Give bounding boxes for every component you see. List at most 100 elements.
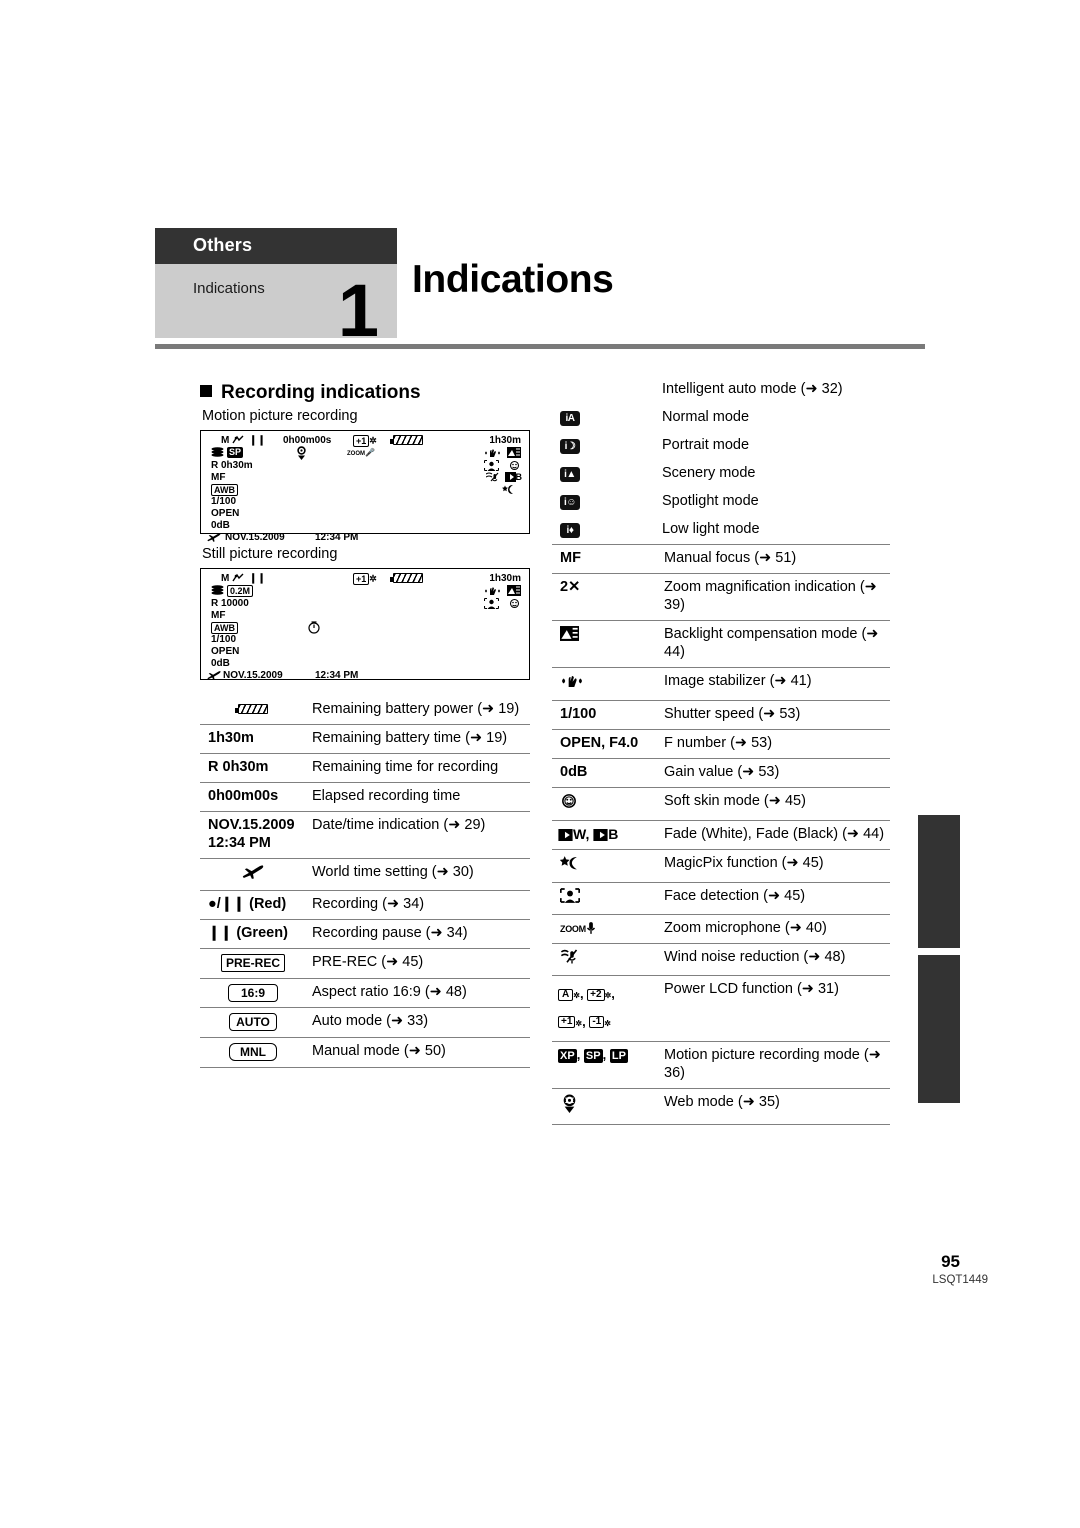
row-symbol: 0dB [552,757,660,788]
zoom-microphone-icon: ZOOM [552,914,660,944]
lcd-backlight-icon [507,447,521,461]
table-row: XP, SP, LP Motion picture recording mode… [552,1041,890,1089]
still-lcd-power-lcd-level: +1 [353,573,370,585]
table-row: 2✕ Zoom magnification indication (➜ 39) [552,572,890,621]
lcd-f-number: OPEN [211,508,240,519]
face-detection-icon [552,882,660,915]
row-description: Image stabilizer (➜ 41) [660,666,890,701]
lcd-elapsed-time: 0h00m00s [283,435,332,446]
row-description: Elapsed recording time [308,781,530,812]
row-description: Normal mode [662,408,750,425]
row-description: MagicPix function (➜ 45) [660,849,890,883]
still-lcd-power-lcd-indicator: +1 ✲ [353,573,377,585]
battery-icon [200,696,308,724]
scene-modes-table: Intelligent auto mode (➜ 32) iA Normal m… [552,376,890,544]
row-symbol: 0h00m00s [200,781,308,812]
row-description: PRE-REC (➜ 45) [308,947,530,979]
table-row: Web mode (➜ 35) [552,1088,890,1126]
row-description: Face detection (➜ 45) [660,882,890,915]
still-lcd-manual-focus: MF [211,610,226,621]
table-row: ❙❙ (Green) Recording pause (➜ 34) [200,918,530,949]
still-lcd-date: NOV.15.2009 [223,670,283,681]
row-symbol: 16:9 [200,977,308,1008]
lcd-pause-icon: ❙❙ [249,435,266,446]
row-symbol: PRE-REC [200,947,308,979]
normal-mode-icon: iA [552,404,660,432]
lcd-power-lcd-indicator: +1 ✲ [353,435,377,447]
lcd-quality-badge: SP [227,447,244,458]
lcd-remaining-rec-time: R 0h30m [211,460,253,471]
table-row: 1h30m Remaining battery time (➜ 19) [200,723,530,754]
section-heading-text: Recording indications [221,382,421,403]
web-mode-icon [552,1088,660,1126]
still-lcd-f-number: OPEN [211,646,240,657]
row-description: Recording pause (➜ 34) [308,918,530,949]
table-row: World time setting (➜ 30) [200,857,530,891]
lcd-power-lcd-level: +1 [353,435,370,447]
row-description: World time setting (➜ 30) [308,857,530,891]
lcd-zoom-mic-icon: ZOOM🎤 [347,448,375,457]
stabilizer-icon [552,666,660,701]
lcd-manual-focus: MF [211,472,226,483]
table-row: Intelligent auto mode (➜ 32) [552,376,890,404]
lcd-stabilizer-icon [484,447,501,459]
still-lcd-caption: Still picture recording [202,546,338,562]
row-description: Remaining battery power (➜ 19) [312,701,520,717]
row-description: Spotlight mode [662,492,759,509]
row-description: Remaining battery time (➜ 19) [308,723,530,754]
lcd-date: NOV.15.2009 [225,532,285,543]
still-lcd-world-time-icon [207,670,221,681]
table-row: 0dB Gain value (➜ 53) [552,757,890,788]
page-number: 95 [941,1252,960,1271]
row-description: Fade (White), Fade (Black) (➜ 44) [660,819,890,850]
row-description: Zoom magnification indication (➜ 39) [660,572,890,621]
still-lcd-time: 12:34 PM [315,670,359,681]
low-light-mode-icon: i♦ [552,516,660,544]
table-row: A ✲, +2 ✲, +1 ✲, -1 ✲ Power LCD function (➜ … [552,975,890,1042]
table-row: Image stabilizer (➜ 41) [552,666,890,701]
row-description: Portrait mode [662,436,750,453]
row-description: Auto mode (➜ 33) [308,1007,530,1038]
row-description: Zoom microphone (➜ 40) [660,914,890,944]
section-label: Others [155,228,397,264]
table-row: Face detection (➜ 45) [552,882,890,915]
row-description: Manual focus (➜ 51) [660,543,890,574]
row-symbol: AUTO [200,1007,308,1038]
page-title: Indications [412,258,614,301]
table-row: W, B Fade (White), Fade (Black) (➜ 44) [552,819,890,850]
row-description: Remaining time for recording [308,752,530,783]
table-row: NOV.15.2009 12:34 PM Date/time indicatio… [200,810,530,859]
row-description: Aspect ratio 16:9 (➜ 48) [308,977,530,1008]
table-row: i▲ Scenery mode [552,460,890,488]
row-symbol: 2✕ [552,572,660,621]
table-row: 0h00m00s Elapsed recording time [200,781,530,812]
row-description: F number (➜ 53) [660,728,890,759]
lcd-gain-value: 0dB [211,520,230,531]
table-row: ZOOM Wind noise reduction (➜ 48) Zoom mi… [552,914,890,944]
table-row: Remaining battery power (➜ 19) [200,696,530,724]
table-row: ●/❙❙ (Red) Recording (➜ 34) [200,889,530,920]
chapter-banner: Others Indications 1 [155,228,397,348]
table-row: i☽ Portrait mode [552,432,890,460]
row-description: Wind noise reduction (➜ 48) [660,943,890,976]
chapter-number: 1 [337,269,379,352]
wind-noise-icon [552,943,660,976]
still-lcd-pixels: 0.2M [227,585,254,597]
header-divider [155,344,925,349]
table-row: Backlight compensation mode (➜ 44) [552,619,890,668]
row-description: Gain value (➜ 53) [660,757,890,788]
table-row: i♦ Low light mode [552,516,890,544]
still-lcd-mode-m: M [221,573,230,584]
still-lcd-media-stack-icon [211,585,224,596]
row-description: Low light mode [662,520,760,537]
table-row: MagicPix function (➜ 45) [552,849,890,883]
table-row: 1/100 Shutter speed (➜ 53) [552,699,890,730]
plane-icon [200,857,308,891]
lcd-mode-m: M [221,435,230,446]
row-symbol: NOV.15.2009 12:34 PM [200,810,308,859]
table-row: MF Manual focus (➜ 51) [552,543,890,574]
motion-lcd-caption: Motion picture recording [202,408,358,424]
row-symbol-empty [552,376,660,404]
still-lcd-pause-icon: ❙❙ [249,573,266,584]
table-row: iA Normal mode [552,404,890,432]
